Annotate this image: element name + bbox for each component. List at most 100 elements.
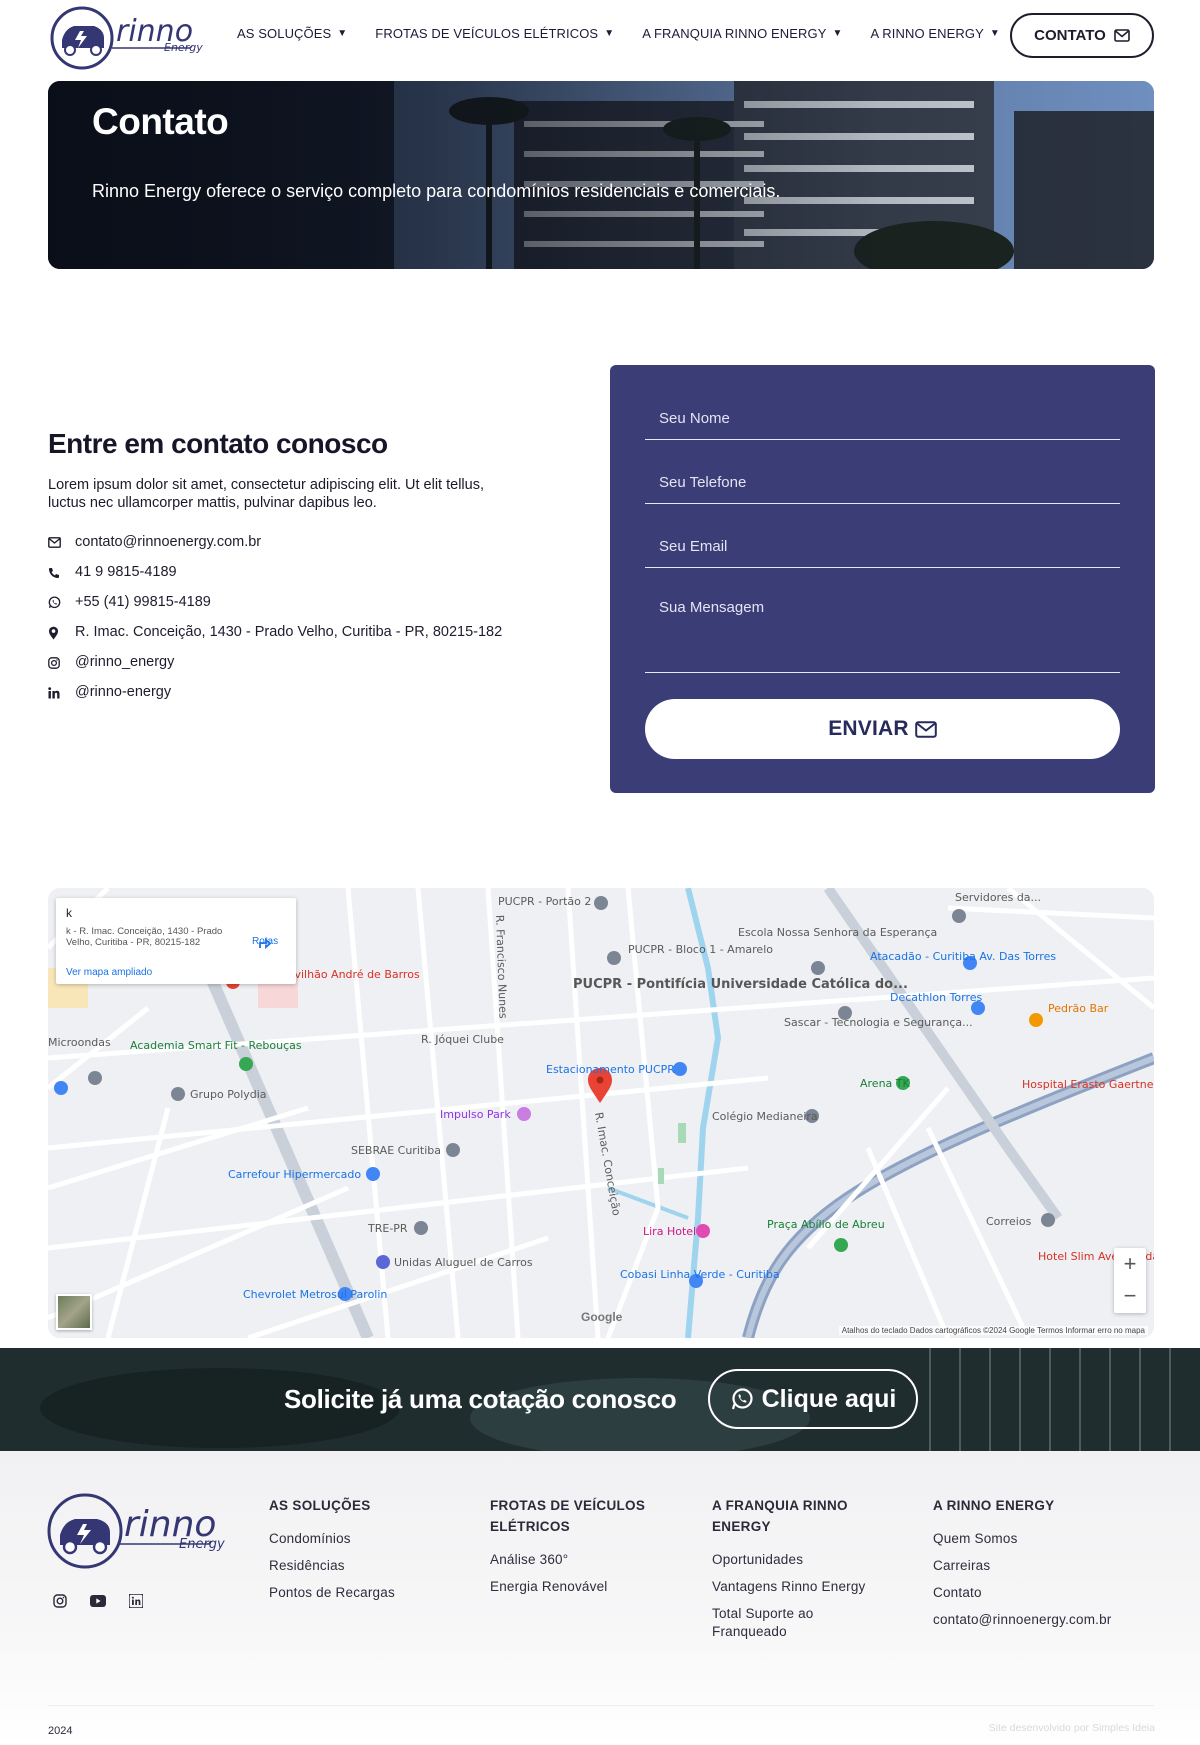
hero-banner: Contato Rinno Energy oferece o serviço c… <box>48 81 1154 269</box>
svg-text:SEBRAE Curitiba: SEBRAE Curitiba <box>351 1144 441 1157</box>
footer-email-link[interactable]: contato@rinnoenergy.com.br <box>933 1611 1153 1629</box>
page-title: Contato <box>92 101 229 142</box>
svg-text:Lira Hotel: Lira Hotel <box>643 1225 696 1238</box>
footer-link[interactable]: Residências <box>269 1557 449 1575</box>
map-pin-icon <box>48 624 66 641</box>
footer-link[interactable]: Quem Somos <box>933 1530 1153 1548</box>
svg-text:Praça Abílio de Abreu: Praça Abílio de Abreu <box>767 1218 885 1231</box>
footer-col-rinno: A RINNO ENERGY Quem Somos Carreiras Cont… <box>933 1495 1153 1638</box>
phone-icon <box>48 564 66 581</box>
svg-text:Cobasi Linha Verde - Curitiba: Cobasi Linha Verde - Curitiba <box>620 1268 780 1281</box>
svg-text:Colégio Medianeira: Colégio Medianeira <box>712 1110 818 1123</box>
svg-text:Carrefour Hipermercado: Carrefour Hipermercado <box>228 1168 361 1181</box>
contact-heading: Entre em contato conosco <box>48 428 388 459</box>
location-map[interactable]: PUCPR - Portão 2 PUCPR - Bloco 1 - Amare… <box>48 888 1154 1338</box>
svg-text:R. Jóquei Clube: R. Jóquei Clube <box>421 1033 504 1046</box>
contact-whatsapp[interactable]: +55 (41) 99815-4189 <box>48 594 508 611</box>
cta-whatsapp-button[interactable]: Clique aqui <box>708 1369 918 1429</box>
directions-icon <box>259 938 272 949</box>
svg-text:Impulso Park: Impulso Park <box>440 1108 511 1121</box>
email-field[interactable]: Seu Email <box>645 523 1120 568</box>
footer-col-franquia: A FRANQUIA RINNO ENERGY Oportunidades Va… <box>712 1495 882 1650</box>
contact-linkedin[interactable]: @rinno-energy <box>48 684 508 701</box>
zoom-in-button[interactable]: + <box>1114 1248 1146 1280</box>
svg-text:Correios: Correios <box>986 1215 1032 1228</box>
footer-link[interactable]: Contato <box>933 1584 1153 1602</box>
linkedin-icon[interactable] <box>126 1591 146 1611</box>
zoom-out-button[interactable]: − <box>1114 1280 1146 1312</box>
svg-text:Arena TK: Arena TK <box>860 1077 911 1090</box>
footer-link[interactable]: Energia Renovável <box>490 1578 660 1596</box>
copyright-year: 2024 <box>48 1725 73 1737</box>
nav-item-solucoes[interactable]: AS SOLUÇÕES ▼ <box>237 26 347 41</box>
site-footer: rinno Energy AS SOLUÇÕES Condomínios Res… <box>0 1451 1200 1745</box>
nav-item-franquia[interactable]: A FRANQUIA RINNO ENERGY ▼ <box>642 26 842 41</box>
hero-subtitle: Rinno Energy oferece o serviço completo … <box>92 181 781 201</box>
contact-form: Seu Nome Seu Telefone Seu Email Sua Mens… <box>610 365 1155 793</box>
footer-col-solucoes: AS SOLUÇÕES Condomínios Residências Pont… <box>269 1495 449 1611</box>
contact-info-list: contato@rinnoenergy.com.br 41 9 9815-418… <box>48 534 508 701</box>
svg-text:Decathlon Torres: Decathlon Torres <box>890 991 983 1004</box>
svg-text:PUCPR - Portão 2: PUCPR - Portão 2 <box>498 895 591 908</box>
cta-text: Solicite já uma cotação conosco <box>284 1384 677 1414</box>
contact-email[interactable]: contato@rinnoenergy.com.br <box>48 534 508 551</box>
directions-link[interactable]: Rotas <box>252 936 278 949</box>
footer-link[interactable]: Vantagens Rinno Energy <box>712 1578 882 1596</box>
chevron-down-icon: ▼ <box>989 28 1000 39</box>
google-logo: Google <box>581 1310 623 1324</box>
map-attribution[interactable]: Atalhos do teclado Dados cartográficos ©… <box>838 1326 1148 1335</box>
message-field[interactable]: Sua Mensagem <box>645 587 1120 673</box>
svg-text:Academia Smart Fit - Rebouças: Academia Smart Fit - Rebouças <box>130 1039 302 1052</box>
chevron-down-icon: ▼ <box>337 28 348 39</box>
contact-button[interactable]: CONTATO <box>1010 13 1154 58</box>
instagram-icon <box>48 654 66 671</box>
svg-text:Atacadão - Curitiba Av. Das To: Atacadão - Curitiba Av. Das Torres <box>870 950 1056 963</box>
svg-text:Pedrão Bar: Pedrão Bar <box>1048 1002 1109 1015</box>
footer-link[interactable]: Pontos de Recargas <box>269 1584 449 1602</box>
map-zoom-controls: + − <box>1114 1248 1146 1313</box>
send-button[interactable]: ENVIAR <box>645 699 1120 759</box>
mail-icon <box>1114 29 1130 42</box>
contact-description: Lorem ipsum dolor sit amet, consectetur … <box>48 477 484 511</box>
svg-text:Sascar - Tecnologia e Seguranç: Sascar - Tecnologia e Segurança... <box>784 1016 973 1029</box>
satellite-toggle[interactable] <box>56 1294 92 1330</box>
mail-icon <box>914 720 937 738</box>
footer-link[interactable]: Análise 360° <box>490 1551 660 1569</box>
svg-text:PUCPR - Pontifícia Universidad: PUCPR - Pontifícia Universidade Católica… <box>573 977 908 992</box>
nav-item-rinno[interactable]: A RINNO ENERGY ▼ <box>871 26 1000 41</box>
footer-link[interactable]: Oportunidades <box>712 1551 882 1569</box>
footer-link[interactable]: Condomínios <box>269 1530 449 1548</box>
svg-text:Escola Nossa Senhora da Espera: Escola Nossa Senhora da Esperança <box>738 926 937 939</box>
svg-text:Energy: Energy <box>164 41 203 54</box>
instagram-icon[interactable] <box>50 1591 70 1611</box>
contact-instagram[interactable]: @rinno_energy <box>48 654 508 671</box>
footer-link[interactable]: Total Suporte ao Franqueado <box>712 1605 872 1641</box>
svg-text:Hospital Erasto Gaertner: Hospital Erasto Gaertner <box>1022 1078 1154 1091</box>
svg-text:Estacionamento PUCPR: Estacionamento PUCPR <box>546 1063 675 1076</box>
whatsapp-icon <box>48 594 66 611</box>
contact-address[interactable]: R. Imac. Conceição, 1430 - Prado Velho, … <box>48 624 508 641</box>
contact-phone[interactable]: 41 9 9815-4189 <box>48 564 508 581</box>
site-header: rinno Energy AS SOLUÇÕES ▼ FROTAS DE VEÍC… <box>0 0 1200 73</box>
map-info-card: k k - R. Imac. Conceição, 1430 - Prado V… <box>56 898 296 984</box>
footer-col-frotas: FROTAS DE VEÍCULOS ELÉTRICOS Análise 360… <box>490 1495 660 1605</box>
svg-text:Energy: Energy <box>179 1537 225 1552</box>
name-field[interactable]: Seu Nome <box>645 395 1120 440</box>
svg-text:Servidores da...: Servidores da... <box>955 891 1041 904</box>
footer-rinno-logo[interactable]: rinno Energy <box>47 1491 235 1571</box>
linkedin-icon <box>48 684 66 701</box>
footer-socials <box>50 1591 146 1611</box>
view-larger-map-link[interactable]: Ver mapa ampliado <box>66 967 152 978</box>
rinno-logo[interactable]: rinno Energy <box>50 4 212 70</box>
mail-icon <box>48 534 66 551</box>
phone-field[interactable]: Seu Telefone <box>645 459 1120 504</box>
svg-text:Grupo Polydia: Grupo Polydia <box>190 1088 267 1101</box>
chevron-down-icon: ▼ <box>832 28 843 39</box>
nav-item-frotas[interactable]: FROTAS DE VEÍCULOS ELÉTRICOS ▼ <box>375 26 614 41</box>
chevron-down-icon: ▼ <box>604 28 615 39</box>
youtube-icon[interactable] <box>88 1591 108 1611</box>
svg-text:PUCPR - Bloco 1 - Amarelo: PUCPR - Bloco 1 - Amarelo <box>628 943 773 956</box>
footer-link[interactable]: Carreiras <box>933 1557 1153 1575</box>
developer-credit[interactable]: Site desenvolvido por Simples Ideia <box>989 1722 1155 1734</box>
cta-banner: Solicite já uma cotação conosco Clique a… <box>0 1348 1200 1451</box>
